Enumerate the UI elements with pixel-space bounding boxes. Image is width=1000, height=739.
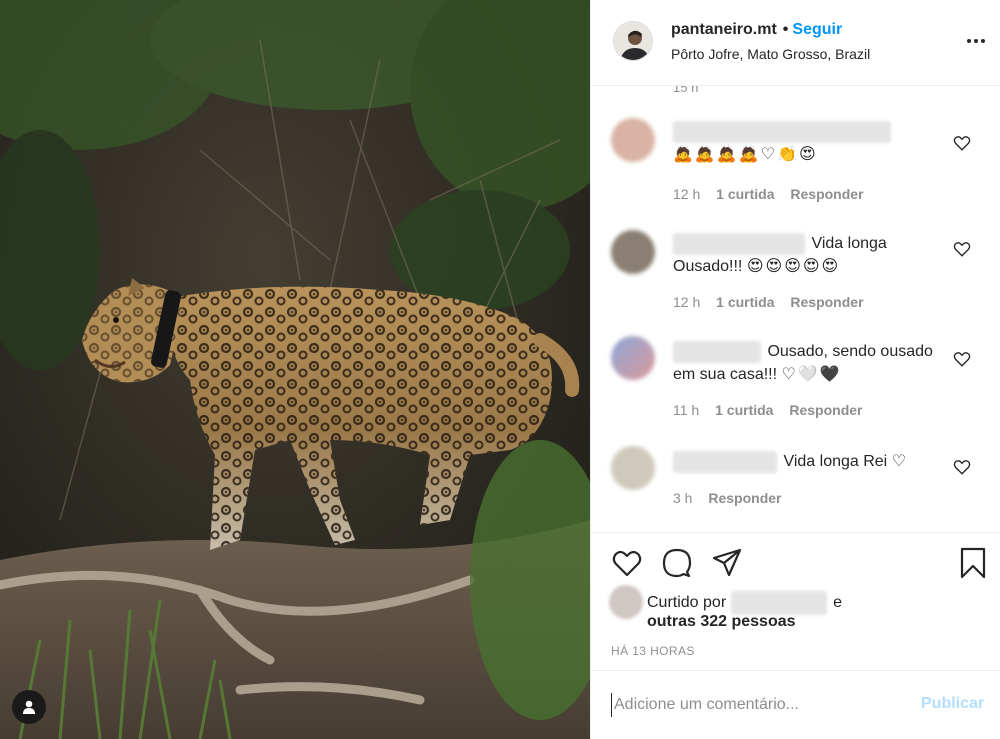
comment-emoji: ♡🤍🖤 — [781, 366, 842, 383]
user-icon — [23, 700, 35, 714]
comment-time[interactable]: 11 h — [673, 402, 699, 418]
publish-button[interactable]: Publicar — [921, 695, 984, 713]
comment-text: 🙇🙇🙇🙇♡👏😍 — [673, 146, 818, 163]
liked-by-prefix: Curtido por — [647, 594, 727, 612]
commenter-username-blurred[interactable] — [673, 340, 761, 363]
liker-username-blurred[interactable] — [730, 591, 827, 615]
heart-icon[interactable] — [953, 134, 971, 152]
commenter-avatar[interactable] — [611, 230, 655, 274]
comment-time[interactable]: 12 h — [673, 186, 700, 202]
heart-icon[interactable] — [953, 458, 971, 476]
follow-button[interactable]: Seguir — [792, 21, 842, 38]
post-header: pantaneiro.mt • Seguir Pôrto Jofre, Mato G… — [591, 0, 1000, 86]
more-dots-icon[interactable] — [965, 33, 987, 49]
comment-item: Vida longa Ousado!!! 😍😍😍😍😍 12 h 1 curtid… — [591, 226, 1000, 326]
comment-text: Vida longa Rei — [783, 453, 888, 470]
comment-time[interactable]: 3 h — [673, 490, 692, 506]
commenter-avatar[interactable] — [611, 118, 655, 162]
comment-composer: Publicar — [591, 670, 1000, 739]
comment-likes-count[interactable]: 1 curtida — [716, 294, 774, 310]
commenter-username-blurred[interactable] — [673, 232, 805, 255]
reply-button[interactable]: Responder — [790, 294, 863, 310]
commenter-username-blurred[interactable] — [673, 450, 777, 473]
separator-dot: • — [782, 21, 789, 38]
author-avatar[interactable] — [613, 21, 653, 61]
liker-avatar[interactable] — [609, 585, 643, 619]
jaguar-photo-image — [0, 0, 590, 739]
heart-icon[interactable] — [953, 240, 971, 258]
post-photo[interactable] — [0, 0, 590, 739]
comment-item: 🙇🙇🙇🙇♡👏😍 12 h 1 curtida Responder — [591, 116, 1000, 216]
liked-by-suffix: e — [833, 594, 842, 612]
reply-button[interactable]: Responder — [789, 402, 862, 418]
liked-by-others-link[interactable]: outras 322 pessoas — [647, 613, 796, 631]
user-tags-button[interactable] — [12, 690, 46, 724]
post-timestamp[interactable]: HÁ 13 HORAS — [611, 644, 695, 658]
comment-item: Vida longa Rei ♡ 3 h Responder — [591, 444, 1000, 524]
reply-button[interactable]: Responder — [708, 490, 781, 506]
comment-item: Ousado, sendo ousado em sua casa!!! ♡🤍🖤 … — [591, 336, 1000, 436]
post-actions: Curtido por e outras 322 pessoas HÁ 13 H… — [591, 532, 1000, 670]
post-side-panel: pantaneiro.mt • Seguir Pôrto Jofre, Mato G… — [590, 0, 1000, 739]
commenter-avatar[interactable] — [611, 446, 655, 490]
heart-icon[interactable] — [611, 547, 643, 579]
commenter-avatar[interactable] — [611, 336, 655, 380]
comment-timestamp-cut: 15 h — [673, 86, 699, 95]
comment-bubble-icon[interactable] — [661, 547, 693, 579]
commenter-username-blurred[interactable] — [673, 120, 891, 143]
post-location[interactable]: Pôrto Jofre, Mato Grosso, Brazil — [671, 46, 870, 62]
bookmark-icon[interactable] — [957, 547, 989, 579]
comment-emoji: ♡ — [891, 453, 909, 470]
author-photo-image — [614, 22, 652, 60]
comment-input[interactable] — [611, 693, 901, 717]
reply-button[interactable]: Responder — [790, 186, 863, 202]
comment-likes-count[interactable]: 1 curtida — [715, 402, 773, 418]
comment-likes-count[interactable]: 1 curtida — [716, 186, 774, 202]
author-username[interactable]: pantaneiro.mt — [671, 21, 777, 38]
comments-list[interactable]: 15 h 🙇🙇🙇🙇♡👏😍 12 h 1 curtida Responder Vi… — [591, 86, 1000, 532]
comment-time[interactable]: 12 h — [673, 294, 700, 310]
comment-emoji: 😍😍😍😍😍 — [746, 258, 841, 275]
paper-plane-icon[interactable] — [711, 547, 743, 579]
heart-icon[interactable] — [953, 350, 971, 368]
